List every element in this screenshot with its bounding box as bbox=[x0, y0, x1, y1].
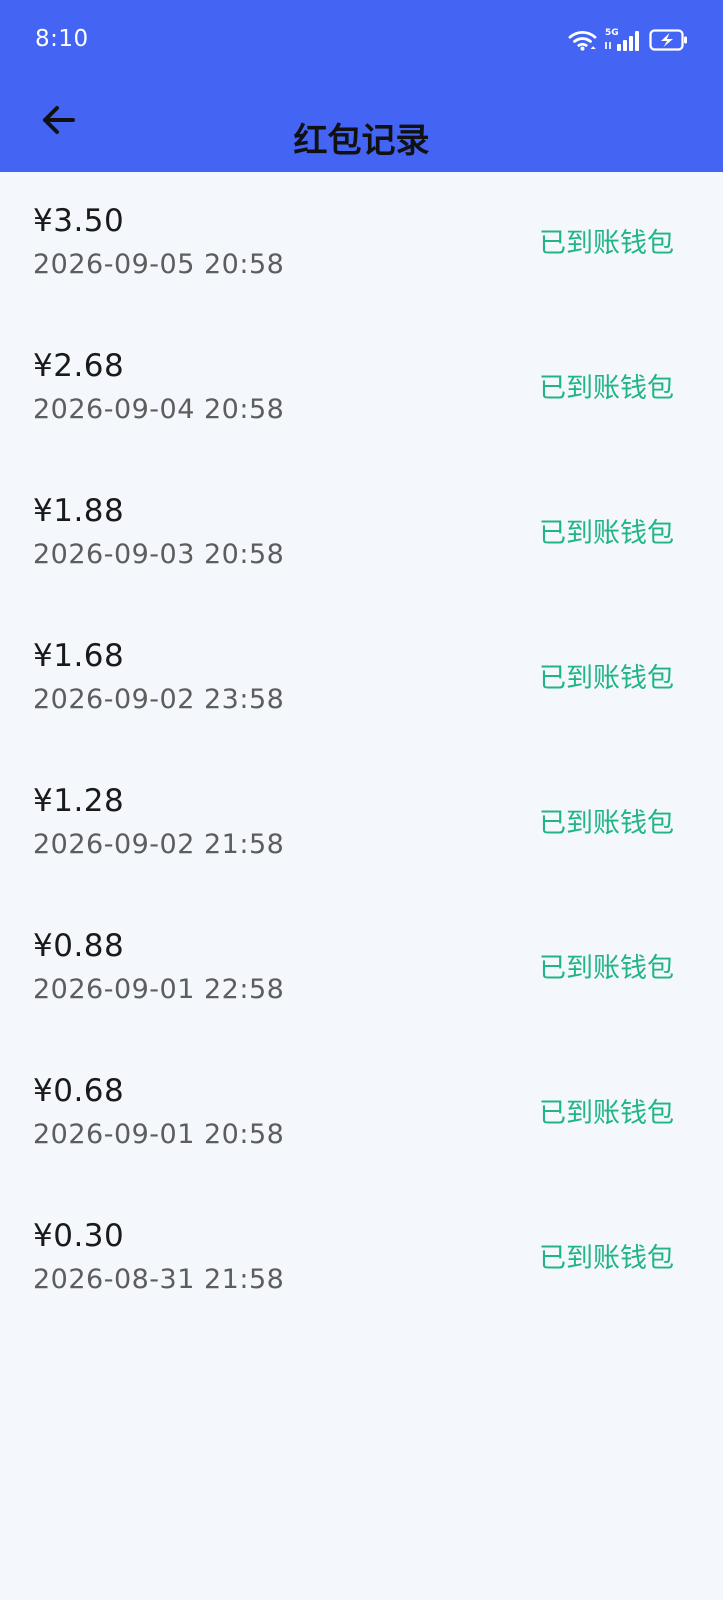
record-status: 已到账钱包 bbox=[539, 373, 674, 404]
red-packet-record-list: ¥3.50 2026-09-05 20:58 已到账钱包 ¥2.68 2026-… bbox=[0, 172, 723, 1332]
record-amount: ¥0.30 bbox=[33, 1218, 125, 1254]
app-header: 8:10 5G 红包记录 bbox=[0, 0, 723, 172]
record-amount: ¥0.88 bbox=[33, 928, 125, 964]
record-time: 2026-09-01 20:58 bbox=[33, 1119, 285, 1150]
record-status: 已到账钱包 bbox=[539, 518, 674, 549]
battery-charging-icon bbox=[649, 29, 687, 51]
record-status: 已到账钱包 bbox=[539, 663, 674, 694]
page-title: 红包记录 bbox=[293, 120, 430, 161]
record-amount: ¥1.68 bbox=[33, 638, 125, 674]
signal-icon: 5G bbox=[605, 28, 639, 51]
record-row[interactable]: ¥1.28 2026-09-02 21:58 已到账钱包 bbox=[0, 752, 723, 897]
record-time: 2026-09-03 20:58 bbox=[33, 539, 285, 570]
status-icons: 5G bbox=[568, 25, 689, 55]
record-time: 2026-09-04 20:58 bbox=[33, 394, 285, 425]
record-row[interactable]: ¥1.68 2026-09-02 23:58 已到账钱包 bbox=[0, 607, 723, 752]
record-amount: ¥0.68 bbox=[33, 1073, 125, 1109]
record-time: 2026-09-02 21:58 bbox=[33, 829, 285, 860]
record-time: 2026-09-02 23:58 bbox=[33, 684, 285, 715]
record-status: 已到账钱包 bbox=[539, 228, 674, 259]
record-row[interactable]: ¥3.50 2026-09-05 20:58 已到账钱包 bbox=[0, 172, 723, 317]
record-row[interactable]: ¥0.68 2026-09-01 20:58 已到账钱包 bbox=[0, 1042, 723, 1187]
wifi-icon bbox=[568, 31, 597, 51]
record-amount: ¥2.68 bbox=[33, 348, 125, 384]
record-amount: ¥3.50 bbox=[33, 203, 125, 239]
record-amount: ¥1.28 bbox=[33, 783, 125, 819]
record-status: 已到账钱包 bbox=[539, 953, 674, 984]
record-time: 2026-09-01 22:58 bbox=[33, 974, 285, 1005]
record-amount: ¥1.88 bbox=[33, 493, 125, 529]
record-time: 2026-08-31 21:58 bbox=[33, 1264, 285, 1295]
record-status: 已到账钱包 bbox=[539, 1243, 674, 1274]
status-time: 8:10 bbox=[35, 26, 89, 52]
record-status: 已到账钱包 bbox=[539, 808, 674, 839]
record-row[interactable]: ¥0.88 2026-09-01 22:58 已到账钱包 bbox=[0, 897, 723, 1042]
record-time: 2026-09-05 20:58 bbox=[33, 249, 285, 280]
record-row[interactable]: ¥2.68 2026-09-04 20:58 已到账钱包 bbox=[0, 317, 723, 462]
network-label: 5G bbox=[605, 28, 619, 38]
record-status: 已到账钱包 bbox=[539, 1098, 674, 1129]
record-row[interactable]: ¥0.30 2026-08-31 21:58 已到账钱包 bbox=[0, 1187, 723, 1332]
record-row[interactable]: ¥1.88 2026-09-03 20:58 已到账钱包 bbox=[0, 462, 723, 607]
